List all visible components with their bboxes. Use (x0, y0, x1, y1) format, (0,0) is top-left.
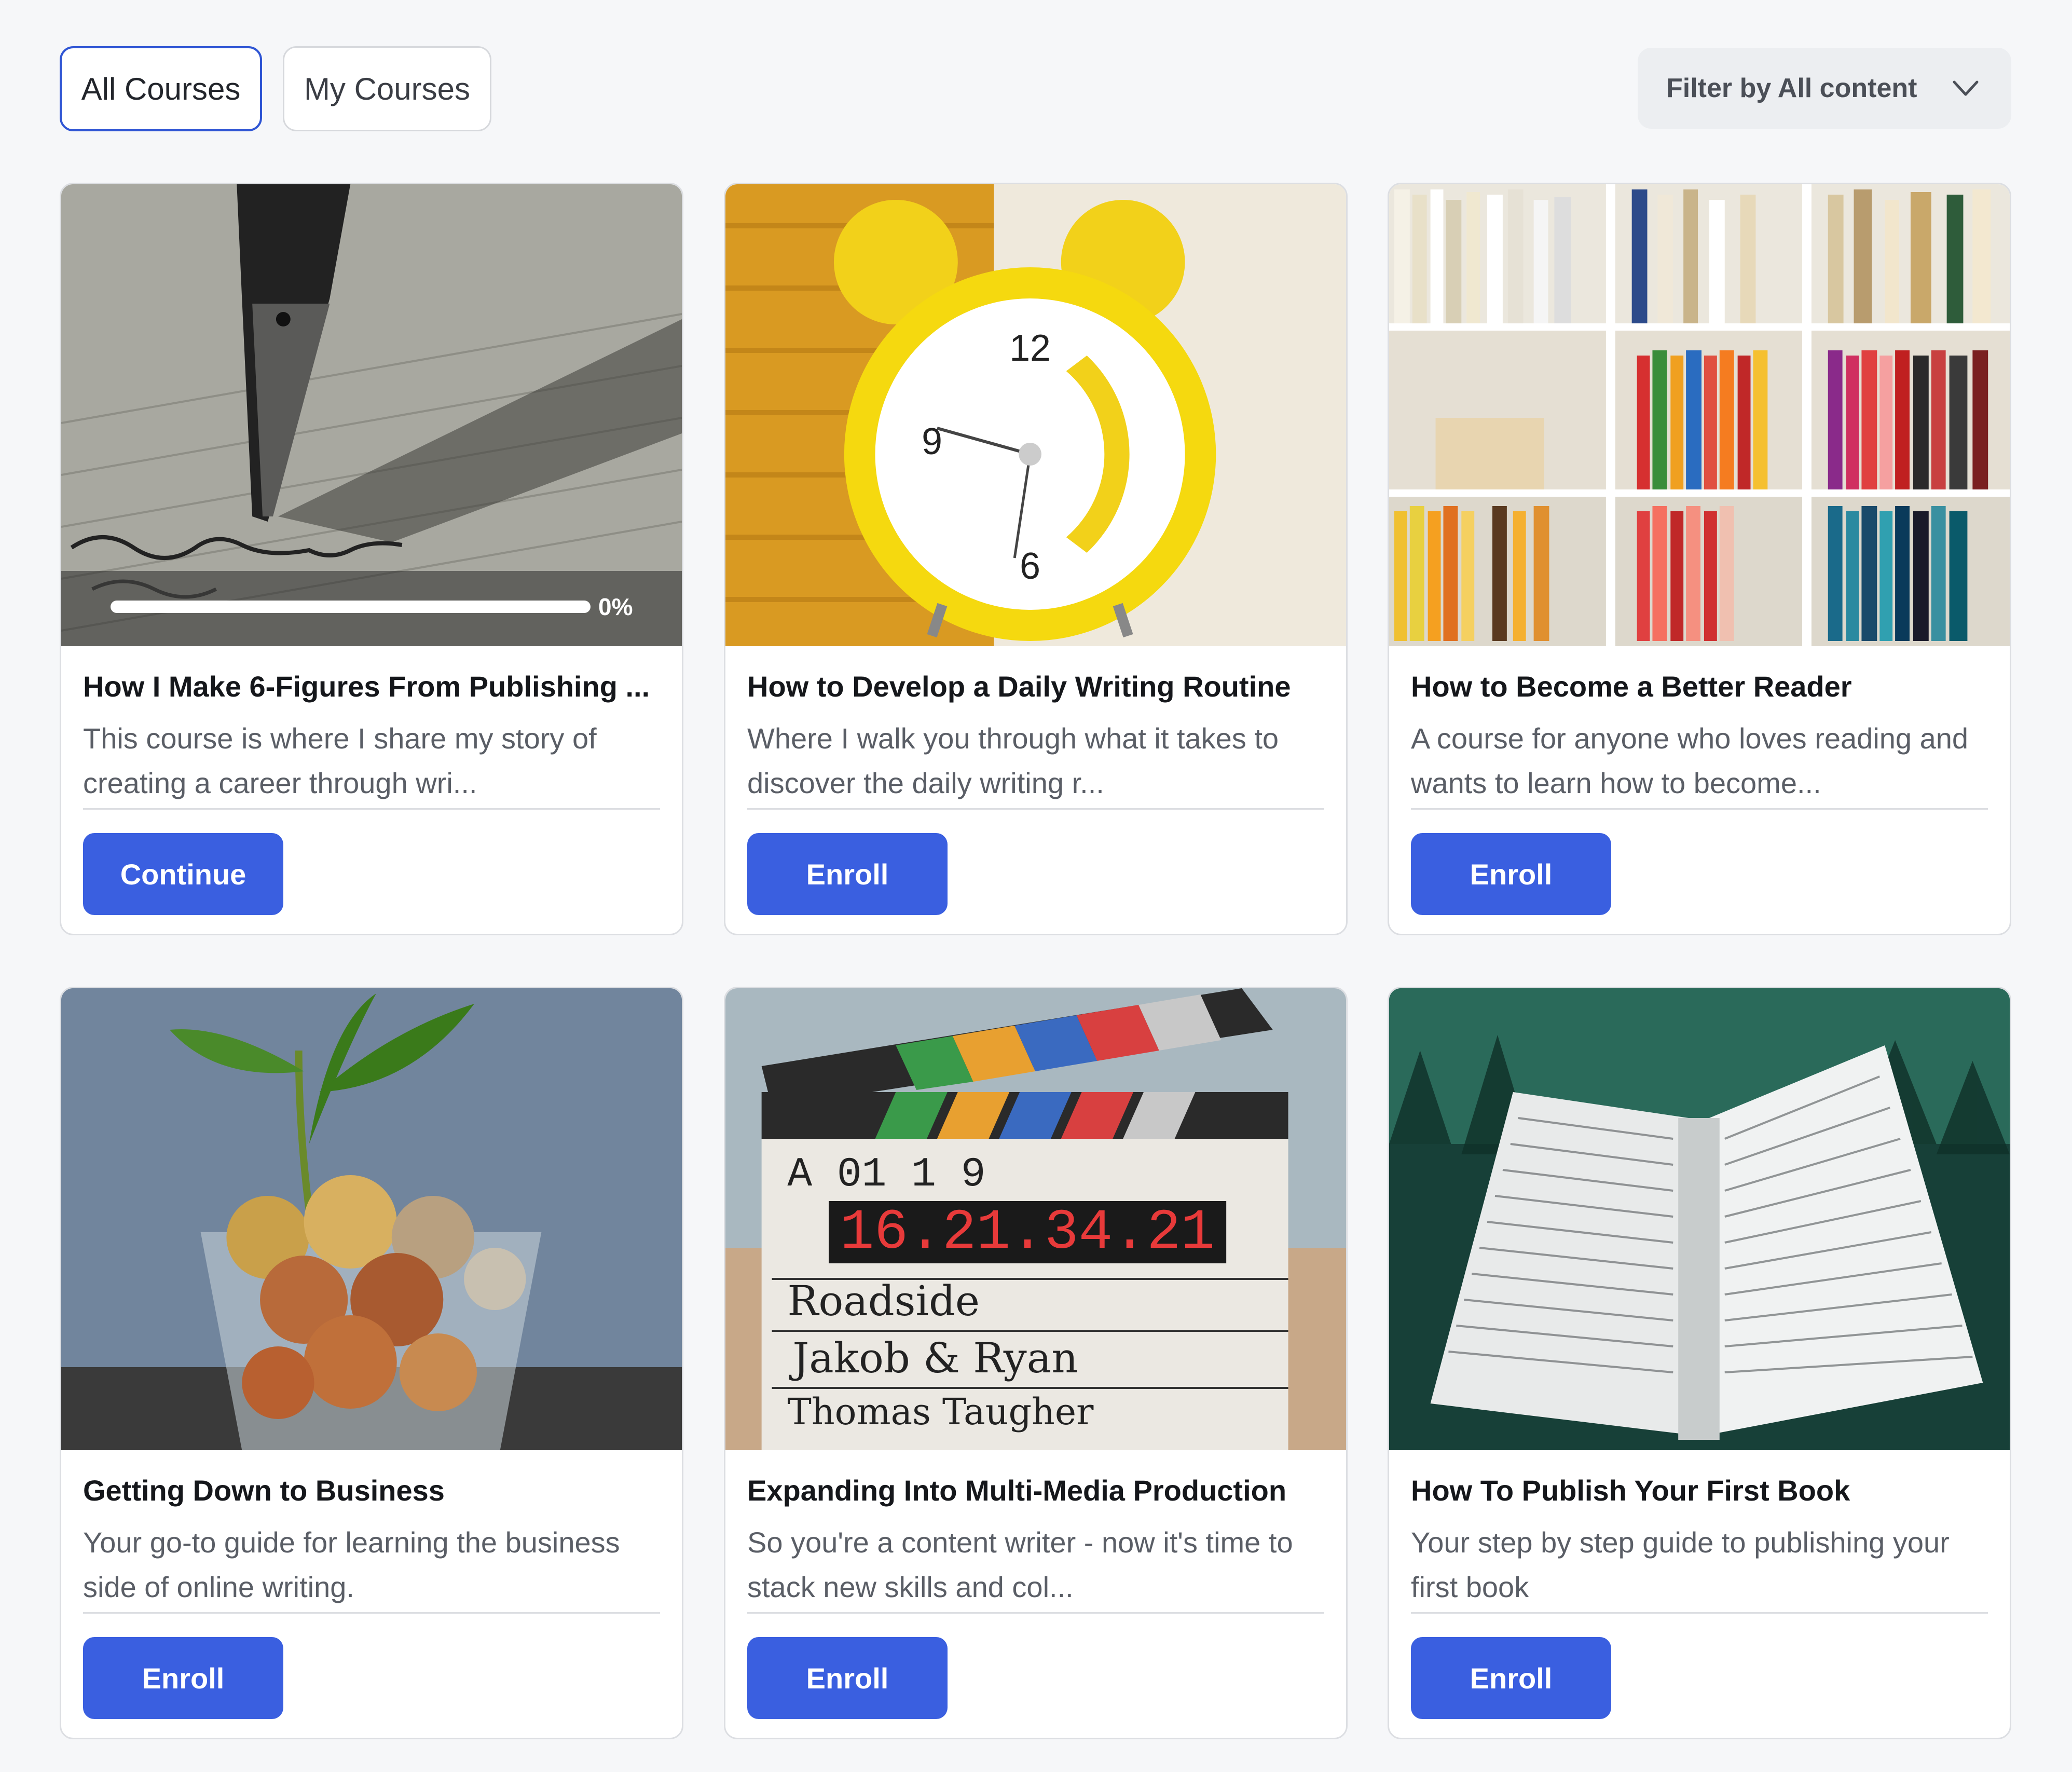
course-description: Your step by step guide to publishing yo… (1411, 1526, 1950, 1603)
film-clapperboard-image[interactable]: 16.21.34.21 A 01 1 9 Roadside Jakob & Ry… (725, 988, 1346, 1450)
bookshelf-image[interactable] (1389, 184, 2010, 646)
svg-text:Roadside: Roadside (787, 1277, 980, 1325)
svg-text:9: 9 (922, 421, 942, 462)
progress-percent-label: 0% (598, 593, 633, 620)
course-title[interactable]: How To Publish Your First Book (1411, 1474, 1987, 1507)
course-title[interactable]: Getting Down to Business (83, 1474, 659, 1507)
coins-in-jar-plant-image[interactable] (61, 988, 682, 1450)
svg-text:12: 12 (1009, 328, 1051, 369)
svg-text:Jakob & Ryan: Jakob & Ryan (789, 1334, 1078, 1382)
progress-track (111, 601, 591, 613)
catalog-toolbar: All Courses My Courses Filter by All con… (60, 46, 2011, 132)
card-divider (747, 1612, 1324, 1614)
continue-button[interactable]: Continue (83, 833, 283, 915)
course-card[interactable]: How to Become a Better Reader A course f… (1388, 183, 2011, 935)
course-description: A course for anyone who loves reading an… (1411, 722, 1969, 799)
course-title[interactable]: How to Develop a Daily Writing Routine (747, 670, 1323, 703)
enroll-button[interactable]: Enroll (747, 1637, 948, 1719)
card-divider (747, 808, 1324, 810)
filter-label: Filter by All content (1666, 73, 1917, 103)
course-card[interactable]: How To Publish Your First Book Your step… (1388, 987, 2011, 1739)
fountain-pen-writing-image[interactable]: 0% (61, 184, 682, 646)
course-title[interactable]: How to Become a Better Reader (1411, 670, 1987, 703)
content-filter-dropdown[interactable]: Filter by All content (1638, 48, 2011, 129)
course-description: So you're a content writer - now it's ti… (747, 1526, 1293, 1603)
enroll-button[interactable]: Enroll (747, 833, 948, 915)
svg-text:16.21.34.21: 16.21.34.21 (840, 1201, 1215, 1265)
chevron-down-icon (1953, 80, 1979, 96)
tab-all-courses[interactable]: All Courses (60, 46, 262, 131)
enroll-button[interactable]: Enroll (1411, 833, 1611, 915)
course-card[interactable]: Getting Down to Business Your go-to guid… (60, 987, 683, 1739)
open-book-forest-image[interactable] (1389, 988, 2010, 1450)
course-card[interactable]: 0% How I Make 6-Figures From Publishing … (60, 183, 683, 935)
yellow-alarm-clock-image[interactable]: 12 9 6 (725, 184, 1346, 646)
card-divider (1411, 808, 1988, 810)
course-catalog-page: All Courses My Courses Filter by All con… (0, 0, 2072, 1772)
enroll-button[interactable]: Enroll (83, 1637, 283, 1719)
card-divider (83, 1612, 660, 1614)
tab-my-courses[interactable]: My Courses (283, 46, 491, 131)
course-description: This course is where I share my story of… (83, 722, 597, 799)
svg-text:6: 6 (1020, 546, 1040, 587)
course-title[interactable]: Expanding Into Multi-Media Production (747, 1474, 1323, 1507)
course-card[interactable]: 16.21.34.21 A 01 1 9 Roadside Jakob & Ry… (724, 987, 1348, 1739)
course-progress-bar: 0% (61, 571, 682, 646)
svg-text:Thomas Taugher: Thomas Taugher (787, 1391, 1094, 1433)
course-title[interactable]: How I Make 6-Figures From Publishing ... (83, 670, 659, 703)
card-divider (1411, 1612, 1988, 1614)
enroll-button[interactable]: Enroll (1411, 1637, 1611, 1719)
card-divider (83, 808, 660, 810)
svg-text:A 01 1 9: A 01 1 9 (787, 1151, 985, 1198)
course-description: Where I walk you through what it takes t… (747, 722, 1279, 799)
course-card[interactable]: 12 9 6 How to Develop a Daily Writing Ro… (724, 183, 1348, 935)
course-description: Your go-to guide for learning the busine… (83, 1526, 620, 1603)
